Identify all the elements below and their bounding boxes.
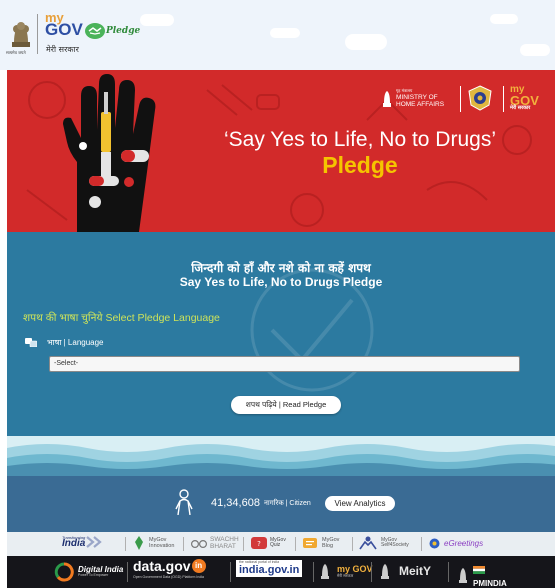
- pledge-handshake-icon: [85, 23, 105, 39]
- transforming-india-link[interactable]: Transforming India: [62, 536, 107, 548]
- footer-divider: [230, 562, 231, 582]
- ministry-line-2: HOME AFFAIRS: [396, 101, 445, 109]
- campaign-banner: गृह मंत्रालय MINISTRY OF HOME AFFAIRS my…: [7, 70, 555, 232]
- emblem-icon: [321, 564, 329, 579]
- cloud-decoration: [490, 14, 518, 24]
- footer-links: Transforming India MyGov Innovation SWAC…: [7, 532, 555, 556]
- india-flag-icon: [473, 566, 485, 574]
- language-label-row: भाषा | Language: [25, 337, 104, 348]
- header-divider: [37, 14, 38, 54]
- wave-divider: [7, 436, 555, 476]
- partner-label: PMINDIA: [473, 579, 507, 588]
- footer-divider: [125, 537, 126, 551]
- blog-icon: [303, 538, 317, 549]
- pledge-form-section: जिन्दगी को हाँ और नशे को ना कहें शपथ Say…: [7, 232, 555, 436]
- partner-label: data.gov: [133, 558, 191, 574]
- ministry-emblem-icon: [383, 91, 391, 107]
- participation-stats: 41,34,608 नागरिक | Citizen View Analytic…: [7, 476, 555, 532]
- swachh-bharat-link[interactable]: SWACHH BHARAT: [191, 536, 244, 550]
- chevrons-icon: [86, 536, 103, 548]
- read-pledge-button[interactable]: शपथ पढ़िये | Read Pledge: [231, 396, 341, 414]
- stop-hand-illustration: [63, 74, 156, 232]
- footer-divider: [127, 562, 128, 582]
- innovation-icon: [135, 536, 143, 550]
- logo-subtitle: मेरी सरकार: [46, 45, 79, 54]
- footer-link-label: MyGov Innovation: [149, 536, 175, 549]
- language-label: भाषा | Language: [47, 338, 104, 347]
- banner-mygov-logo: my GOV मेरी सरकार: [510, 85, 539, 110]
- cloud-decoration: [520, 44, 550, 56]
- partner-sub: Power To Empower: [78, 573, 109, 578]
- wave-graphic: [7, 444, 555, 476]
- ministry-logos: गृह मंत्रालय MINISTRY OF HOME AFFAIRS my…: [379, 84, 549, 114]
- quiz-icon: ?: [251, 537, 267, 549]
- mygov-quiz-link[interactable]: ? MyGov Quiz: [251, 537, 292, 549]
- self4society-link[interactable]: MyGov Self4Society: [359, 536, 421, 550]
- mygov-innovation-link[interactable]: MyGov Innovation: [133, 536, 183, 550]
- national-emblem-icon: [12, 22, 30, 47]
- footer-link-label: SWACHH BHARAT: [210, 536, 239, 550]
- partner-sub: Open Government Data (OGD) Platform Indi…: [133, 575, 204, 579]
- footer-link-label: India: [62, 537, 86, 549]
- footer-divider: [421, 537, 422, 551]
- society-hands-icon: [359, 536, 377, 550]
- language-select[interactable]: -Select-: [49, 356, 520, 372]
- data-gov-badge: in: [191, 559, 206, 573]
- citizen-count: 41,34,608: [211, 497, 260, 509]
- ministry-name: MINISTRY OF HOME AFFAIRS: [396, 94, 444, 108]
- emblem-caption: सत्यमेव जयते: [6, 50, 26, 55]
- footer-divider: [183, 537, 184, 551]
- data-gov-link[interactable]: data.gov in Open Government Data (OGD) P…: [133, 559, 206, 580]
- mygov-logo[interactable]: my GOV: [45, 11, 83, 40]
- footer-link-label: MyGov Quiz: [270, 536, 286, 548]
- banner-subtitle: Pledge: [322, 152, 398, 178]
- logo-divider: [503, 86, 504, 112]
- svg-text:?: ?: [257, 540, 261, 548]
- banner-title: ‘Say Yes to Life, No to Drugs’: [224, 128, 496, 151]
- partner-sub: मेरी सरकार: [337, 572, 354, 578]
- ncb-badge-icon: [468, 85, 492, 111]
- view-analytics-button[interactable]: View Analytics: [325, 496, 395, 511]
- emblem-icon: [381, 564, 389, 579]
- citizen-icon: [175, 489, 193, 515]
- footer-divider: [352, 537, 353, 551]
- egreetings-icon: [429, 538, 440, 549]
- footer-divider: [243, 537, 244, 551]
- footer-divider: [313, 562, 314, 582]
- footer-link-label: MyGov Self4Society: [381, 536, 409, 548]
- heading-hindi: जिन्दगी को हाँ और नशे को ना कहें शपथ: [191, 261, 371, 275]
- translate-icon: [25, 338, 37, 347]
- emblem-icon: [459, 567, 467, 583]
- footer-divider: [371, 562, 372, 582]
- cloud-decoration: [270, 28, 300, 38]
- mygov-partner-link[interactable]: my GOV मेरी सरकार: [319, 561, 373, 581]
- footer-divider: [448, 562, 449, 582]
- select-language-label: शपथ की भाषा चुनिये Select Pledge Languag…: [23, 312, 220, 324]
- india-gov-link[interactable]: the national portal of india india.gov.i…: [236, 560, 303, 577]
- egreetings-link[interactable]: eGreetings: [429, 538, 483, 549]
- partner-label: MeitY: [399, 564, 432, 578]
- banner-logo-gov: GOV: [510, 92, 539, 108]
- cloud-decoration: [140, 14, 174, 26]
- swachh-glasses-icon: [191, 539, 207, 548]
- digital-india-icon: [54, 562, 74, 582]
- citizen-label: नागरिक | Citizen: [264, 500, 311, 507]
- heading-english: Say Yes to Life, No to Drugs Pledge: [179, 275, 383, 289]
- pledge-logo-text: Pledge: [106, 26, 141, 36]
- footer-partners: Digital India Power To Empower data.gov …: [7, 556, 555, 588]
- meity-link[interactable]: MeitY: [379, 561, 431, 581]
- digital-india-link[interactable]: Digital India Power To Empower: [54, 562, 123, 582]
- logo-gov: GOV: [45, 20, 83, 40]
- site-header: सत्यमेव जयते my GOV मेरी सरकार Pledge: [0, 0, 555, 70]
- footer-link-label: MyGov Blog: [322, 537, 340, 550]
- cloud-decoration: [345, 34, 387, 50]
- footer-link-label: eGreetings: [444, 539, 484, 548]
- pmindia-link[interactable]: PMINDIA: [457, 561, 507, 588]
- partner-label: india.gov.in: [239, 563, 300, 576]
- ministry-line-1: MINISTRY OF: [396, 94, 438, 101]
- logo-divider: [460, 86, 461, 112]
- footer-divider: [295, 537, 296, 551]
- mygov-blog-link[interactable]: MyGov Blog: [303, 537, 348, 549]
